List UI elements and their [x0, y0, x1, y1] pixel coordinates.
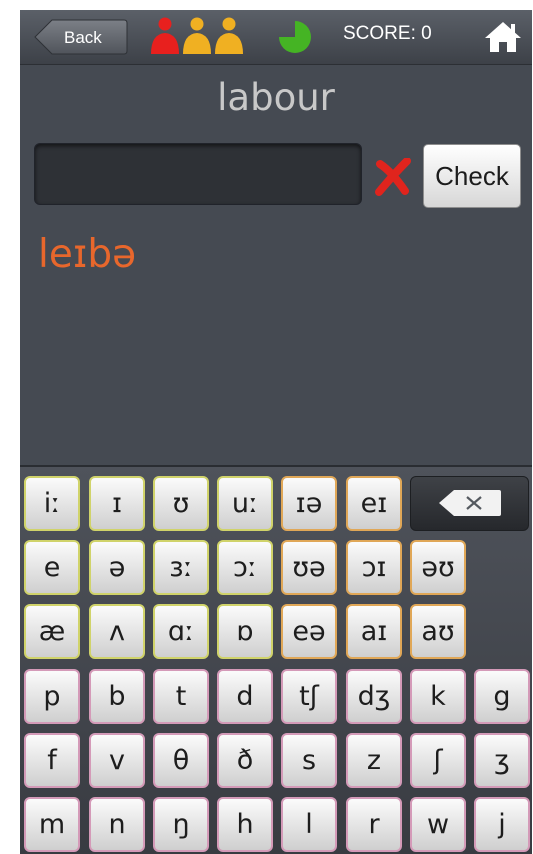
key-5-2[interactable]: ŋ	[153, 797, 209, 852]
key-2-6[interactable]: aʊ	[410, 604, 466, 659]
check-button[interactable]: Check	[423, 144, 521, 208]
top-bar: Back SCORE: 0	[20, 10, 532, 65]
key-0-4[interactable]: ɪə	[281, 476, 337, 531]
key-3-4[interactable]: tʃ	[281, 669, 337, 724]
key-4-0[interactable]: f	[24, 733, 80, 788]
key-3-5[interactable]: dʒ	[346, 669, 402, 724]
key-2-5[interactable]: aɪ	[346, 604, 402, 659]
back-label: Back	[64, 28, 102, 47]
key-3-6[interactable]: k	[410, 669, 466, 724]
key-5-0[interactable]: m	[24, 797, 80, 852]
key-3-0[interactable]: p	[24, 669, 80, 724]
back-button[interactable]: Back	[34, 19, 128, 55]
cross-mark-icon	[372, 157, 412, 196]
key-2-2[interactable]: ɑː	[153, 604, 209, 659]
phonetic-transcription: leɪbə	[38, 232, 137, 277]
key-2-4[interactable]: eə	[281, 604, 337, 659]
key-3-1[interactable]: b	[89, 669, 145, 724]
key-2-0[interactable]: æ	[24, 604, 80, 659]
player-red-icon	[148, 16, 182, 56]
key-1-5[interactable]: ɔɪ	[346, 540, 402, 595]
key-5-5[interactable]: r	[346, 797, 402, 852]
key-4-5[interactable]: z	[346, 733, 402, 788]
phonetic-keyboard: iː ɪ ʊ uː ɪə eɪ e ə ɜː ɔː ʊə ɔɪ əʊ æ ʌ ɑː ɒ eə aɪ aʊ p b t d tʃ d…	[20, 465, 532, 854]
key-4-3[interactable]: ð	[217, 733, 273, 788]
key-4-2[interactable]: θ	[153, 733, 209, 788]
key-3-7[interactable]: g	[474, 669, 530, 724]
key-3-3[interactable]: d	[217, 669, 273, 724]
key-1-6[interactable]: əʊ	[410, 540, 466, 595]
key-4-1[interactable]: v	[89, 733, 145, 788]
answer-input[interactable]	[34, 143, 362, 205]
app-screen: Back SCORE: 0 labour Check leɪbə iː ɪ ʊ …	[20, 10, 532, 854]
key-1-0[interactable]: e	[24, 540, 80, 595]
key-0-5[interactable]: eɪ	[346, 476, 402, 531]
backspace-key[interactable]	[410, 476, 529, 531]
key-0-2[interactable]: ʊ	[153, 476, 209, 531]
key-5-7[interactable]: j	[474, 797, 530, 852]
player-yellow-icon	[212, 16, 246, 56]
home-icon[interactable]	[483, 20, 523, 54]
score-label: SCORE: 0	[343, 23, 432, 44]
key-1-3[interactable]: ɔː	[217, 540, 273, 595]
key-5-4[interactable]: l	[281, 797, 337, 852]
key-3-2[interactable]: t	[153, 669, 209, 724]
key-4-6[interactable]: ʃ	[410, 733, 466, 788]
key-0-1[interactable]: ɪ	[89, 476, 145, 531]
target-word: labour	[217, 76, 335, 119]
key-4-7[interactable]: ʒ	[474, 733, 530, 788]
pie-progress-icon	[278, 20, 312, 54]
key-4-4[interactable]: s	[281, 733, 337, 788]
player-yellow-icon	[180, 16, 214, 56]
key-2-3[interactable]: ɒ	[217, 604, 273, 659]
key-1-1[interactable]: ə	[89, 540, 145, 595]
key-1-4[interactable]: ʊə	[281, 540, 337, 595]
key-0-3[interactable]: uː	[217, 476, 273, 531]
key-2-1[interactable]: ʌ	[89, 604, 145, 659]
key-0-0[interactable]: iː	[24, 476, 80, 531]
key-1-2[interactable]: ɜː	[153, 540, 209, 595]
backspace-icon	[439, 490, 501, 516]
key-5-1[interactable]: n	[89, 797, 145, 852]
key-5-6[interactable]: w	[410, 797, 466, 852]
key-5-3[interactable]: h	[217, 797, 273, 852]
